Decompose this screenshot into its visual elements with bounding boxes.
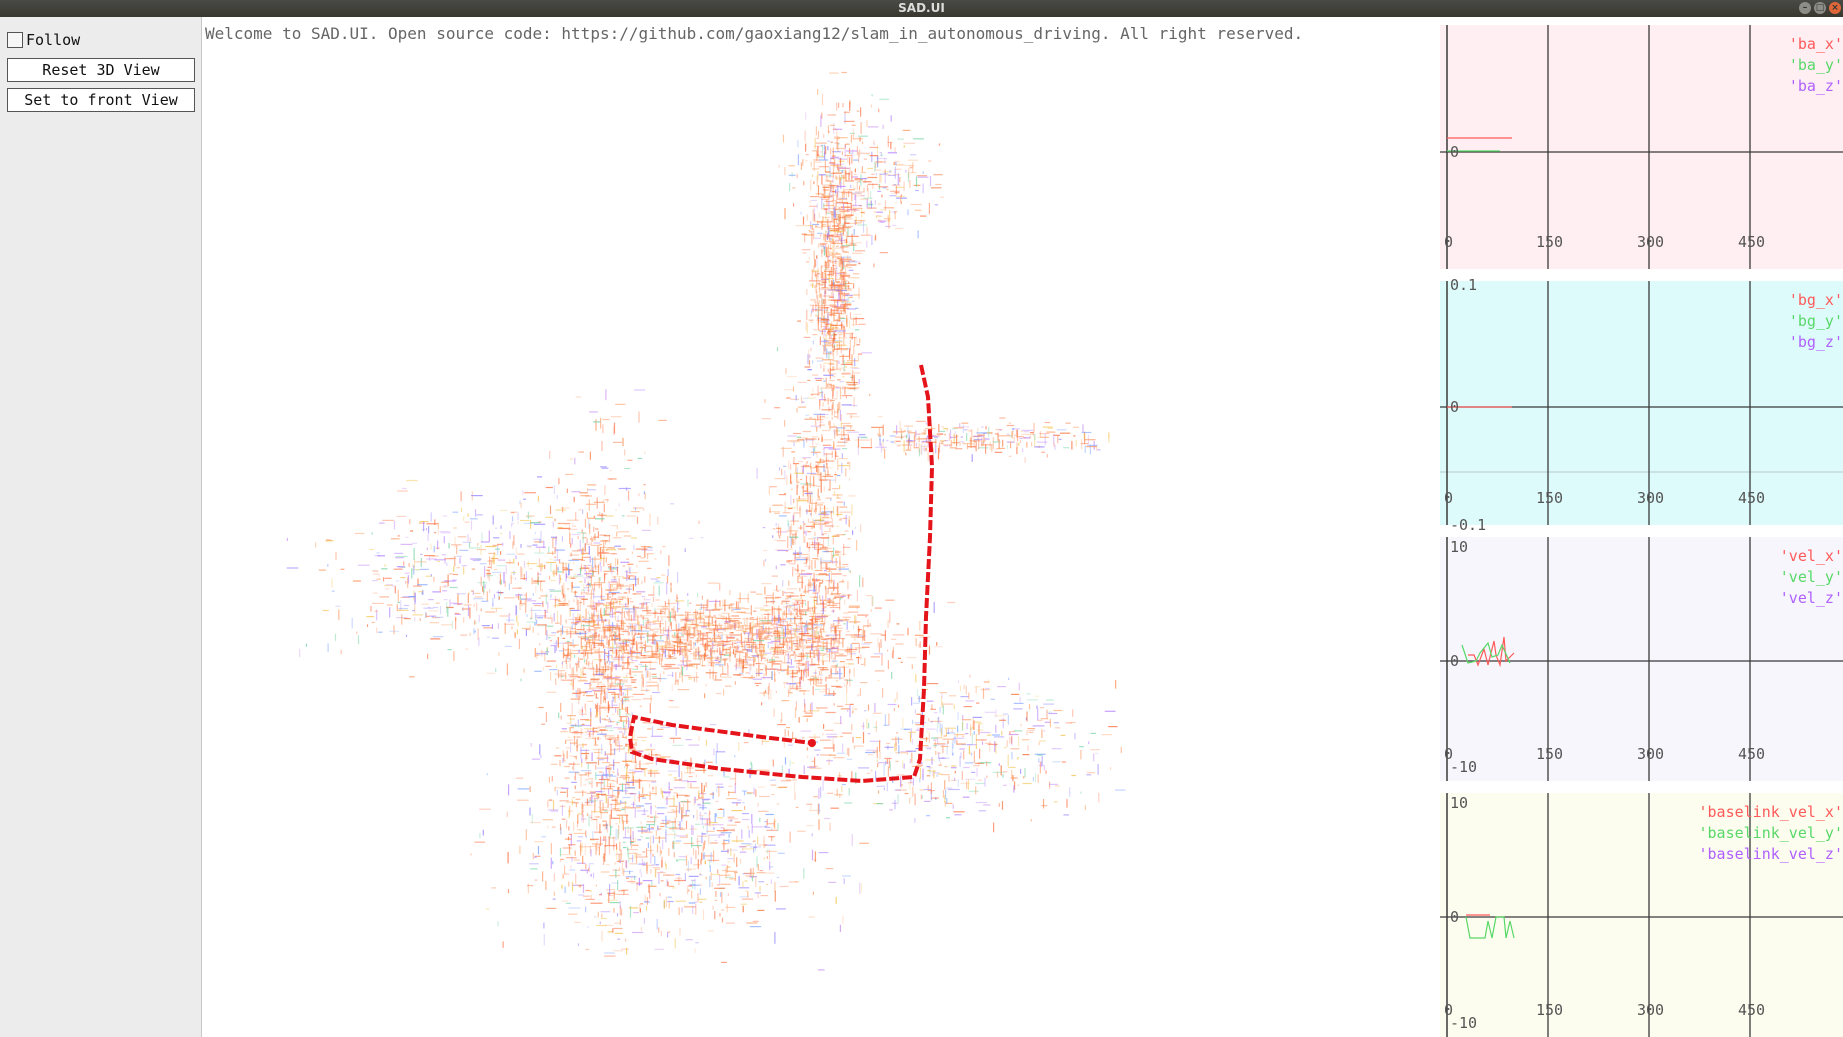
welcome-message: Welcome to SAD.UI. Open source code: htt… (205, 24, 1304, 43)
y-tick-label: 0 (1450, 143, 1460, 161)
x-tick-label: 0 (1444, 1001, 1454, 1019)
y-tick-label: -10 (1450, 758, 1478, 776)
x-tick-label: 300 (1637, 233, 1665, 251)
window-titlebar: SAD.UI – □ × (0, 0, 1843, 17)
x-tick-label: 300 (1637, 1001, 1665, 1019)
y-tick-label: -0.1 (1450, 516, 1487, 534)
x-tick-label: 150 (1536, 1001, 1564, 1019)
set-front-view-button[interactable]: Set to front View (7, 88, 195, 112)
y-tick-label: 10 (1450, 794, 1469, 812)
plot-vel-legend: 'vel_x' 'vel_y' 'vel_z' (1780, 546, 1843, 609)
control-panel: Follow Reset 3D View Set to front View (0, 17, 202, 1037)
plot-baselink: 10 0 -10 0 150 300 450'baselink_vel_x''baselin… (1440, 793, 1843, 1037)
follow-label: Follow (26, 31, 81, 49)
plot-ba: 0 0 150 300 450 'ba_x' 'ba_y' 'ba_z' (1440, 25, 1843, 269)
legend-entry: 'baselink_vel_y' (1698, 824, 1843, 842)
x-tick-label: 150 (1536, 745, 1564, 763)
x-tick-label: 300 (1637, 489, 1665, 507)
point-cloud-canvas[interactable] (202, 17, 1440, 1037)
window-title: SAD.UI (898, 1, 945, 15)
reset-3d-view-button[interactable]: Reset 3D View (7, 58, 195, 82)
series-trace (1465, 916, 1515, 939)
y-tick-label: -10 (1450, 1014, 1478, 1032)
x-tick-label: 450 (1738, 233, 1766, 251)
legend-entry: 'vel_y' (1779, 568, 1843, 586)
legend-entry: 'baselink_vel_z' (1698, 845, 1843, 863)
window-controls: – □ × (1799, 2, 1841, 14)
legend-entry: 'bg_x' (1788, 291, 1843, 309)
y-tick-label: 0 (1450, 398, 1460, 416)
follow-toggle[interactable]: Follow (7, 31, 80, 49)
follow-checkbox[interactable] (7, 32, 23, 48)
plot-panel: 0 0 150 300 450 'ba_x' 'ba_y' 'ba_z' 0.1 0 -0.1 0 15… (1440, 17, 1843, 1037)
3d-map-viewport[interactable]: Welcome to SAD.UI. Open source code: htt… (202, 17, 1440, 1037)
close-icon[interactable]: × (1829, 2, 1841, 14)
legend-entry: 'baselink_vel_x' (1698, 803, 1843, 821)
x-tick-label: 0 (1444, 489, 1454, 507)
legend-entry: 'vel_x' (1779, 547, 1843, 565)
x-tick-label: 150 (1536, 233, 1564, 251)
legend-entry: 'bg_y' (1788, 312, 1843, 330)
y-tick-label: 0 (1450, 908, 1460, 926)
minimize-icon[interactable]: – (1799, 2, 1811, 14)
plot-bg: 0.1 0 -0.1 0 150 300 450 'bg_x' 'bg_y' 'bg_z' (1440, 276, 1843, 533)
x-tick-label: 150 (1536, 489, 1564, 507)
x-tick-label: 0 (1444, 233, 1454, 251)
legend-entry: 'ba_x' (1788, 35, 1843, 53)
x-tick-label: 450 (1738, 1001, 1766, 1019)
x-tick-label: 450 (1738, 745, 1766, 763)
x-tick-label: 450 (1738, 489, 1766, 507)
legend-entry: 'ba_y' (1788, 56, 1843, 74)
plot-ba-legend: 'ba_x' 'ba_y' 'ba_z' (1789, 34, 1843, 97)
y-tick-label: 0.1 (1450, 276, 1478, 294)
maximize-icon[interactable]: □ (1814, 2, 1826, 14)
y-tick-label: 0 (1450, 652, 1460, 670)
legend-entry: 'ba_z' (1788, 77, 1843, 95)
legend-entry: 'vel_z' (1779, 589, 1843, 607)
current-pose-marker (808, 739, 816, 747)
plot-vel: 10 0 -10 0 150 300 450'vel_x''vel_y''vel_z' (1440, 537, 1843, 781)
legend-entry: 'bg_z' (1788, 333, 1843, 351)
trajectory-path (627, 364, 935, 784)
plot-bg-legend: 'bg_x' 'bg_y' 'bg_z' (1789, 290, 1843, 353)
plot-baselink-legend: 'baselink_vel_x' 'baselink_vel_y' 'baselin… (1699, 802, 1843, 865)
x-tick-label: 0 (1444, 745, 1454, 763)
x-tick-label: 300 (1637, 745, 1665, 763)
series-trace (1461, 641, 1511, 664)
y-tick-label: 10 (1450, 538, 1469, 556)
